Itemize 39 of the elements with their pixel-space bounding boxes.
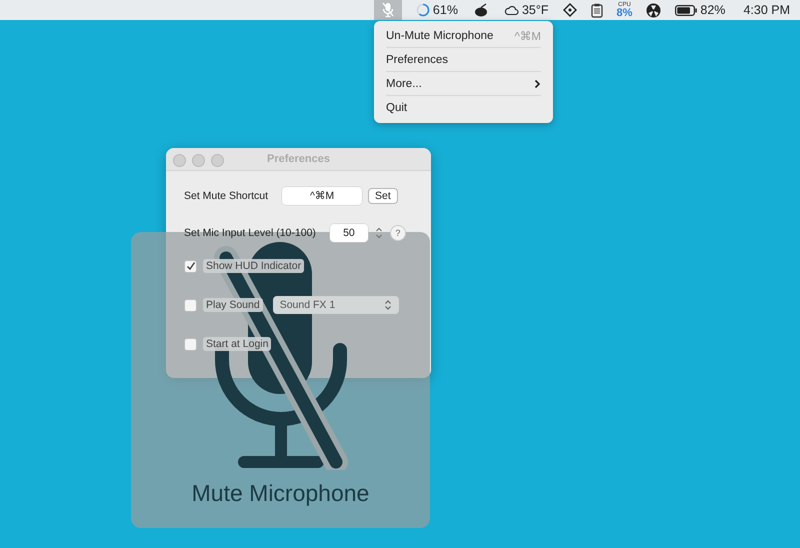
- checkbox-label: Start at Login: [203, 337, 272, 351]
- checkbox[interactable]: [184, 338, 197, 350]
- set-button[interactable]: Set: [368, 188, 398, 204]
- menu-item-label: Quit: [386, 102, 408, 114]
- dropdown-value: Sound FX 1: [280, 299, 336, 311]
- window-title: Preferences: [267, 153, 330, 165]
- hud-label: Mute Microphone: [192, 480, 370, 507]
- menu-item[interactable]: Un-Mute Microphone ^⌘M: [384, 24, 543, 47]
- level-field[interactable]: 50: [330, 224, 368, 242]
- setting-label: Set Mic Input Level (10-100): [184, 227, 316, 239]
- sound-dropdown[interactable]: Sound FX 1: [272, 296, 399, 314]
- menu-item-label: Preferences: [386, 54, 448, 66]
- menu-item[interactable]: Preferences: [384, 48, 543, 71]
- checkbox-label: Show HUD Indicator: [203, 259, 304, 273]
- shortcut-field[interactable]: ^⌘M: [282, 187, 362, 205]
- menu-item[interactable]: More...: [384, 72, 543, 95]
- menu-item-label: More...: [386, 78, 422, 90]
- battery-icon[interactable]: [675, 4, 698, 16]
- cloud-icon[interactable]: [504, 4, 519, 16]
- diamond-icon[interactable]: [562, 3, 576, 17]
- microphone-status-item[interactable]: [374, 0, 402, 20]
- clipboard-icon[interactable]: [590, 2, 602, 18]
- battery-percentage: 82%: [700, 3, 726, 17]
- checkbox-label: Play Sound: [203, 298, 263, 312]
- fan-icon[interactable]: [646, 2, 662, 18]
- menu-item[interactable]: Quit: [384, 96, 543, 119]
- keyboard-shortcut: ^⌘M: [514, 30, 541, 42]
- clock-text[interactable]: 4:30 PM: [743, 3, 790, 17]
- progress-ring-icon[interactable]: [416, 3, 430, 17]
- muted-microphone-icon: [380, 2, 395, 18]
- menu-item-label: Un-Mute Microphone: [386, 30, 494, 42]
- help-button[interactable]: ?: [390, 225, 406, 241]
- checkbox[interactable]: [184, 298, 197, 312]
- percentage-text: 61%: [432, 3, 458, 17]
- up-down-chevron-icon: [384, 299, 392, 311]
- temperature-text: 35°F: [522, 3, 548, 17]
- checkbox[interactable]: [184, 260, 197, 272]
- cpu-percentage: 8%: [616, 8, 632, 18]
- setting-label: Set Mute Shortcut: [184, 190, 268, 202]
